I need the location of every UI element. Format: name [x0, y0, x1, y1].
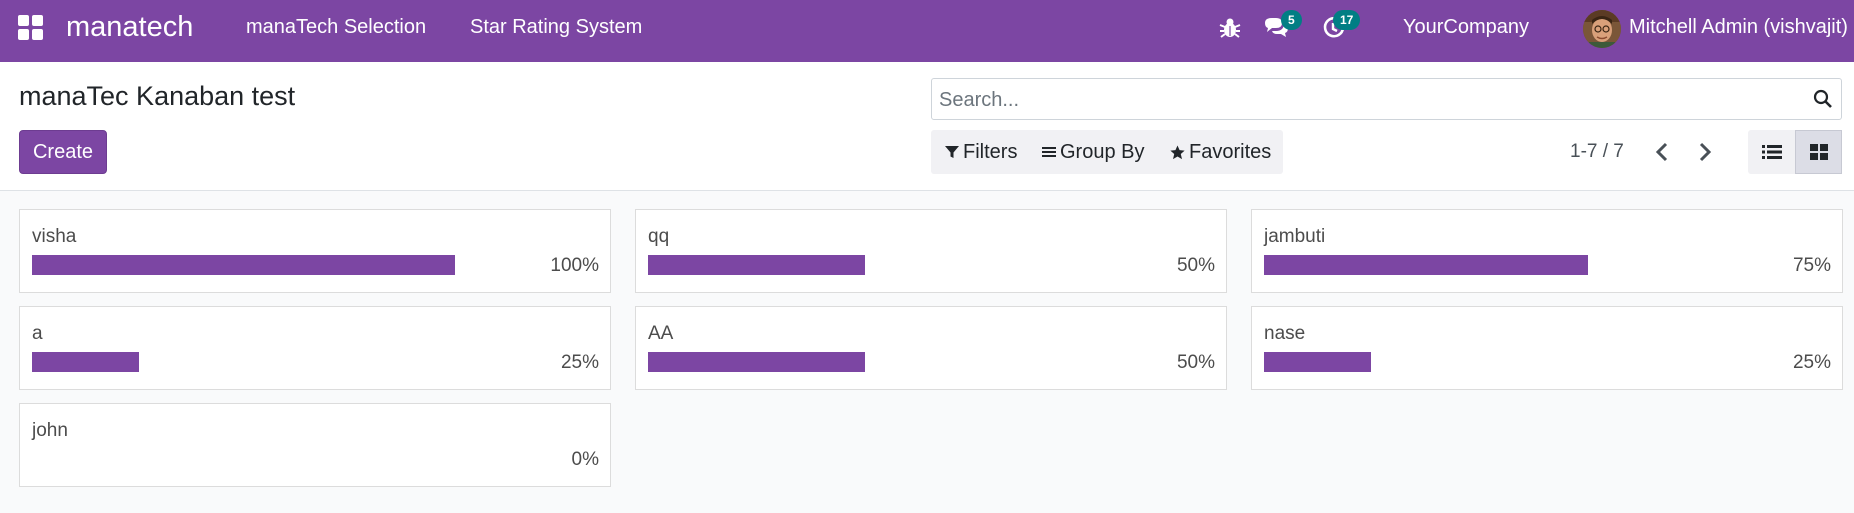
progress-bar	[32, 255, 530, 275]
kanban-view-button[interactable]	[1795, 130, 1842, 174]
card-name: visha	[32, 226, 77, 247]
page-title: manaTec Kanaban test	[19, 81, 296, 111]
card-name: jambuti	[1264, 226, 1326, 247]
group-by-button[interactable]: Group By	[1042, 130, 1144, 174]
app-brand[interactable]: manatech	[66, 9, 193, 45]
company-switcher[interactable]: YourCompany	[1403, 15, 1529, 39]
chevron-left-icon	[1655, 142, 1668, 162]
progress-fill	[32, 255, 456, 275]
progress-fill	[32, 352, 140, 372]
list-icon	[1761, 145, 1782, 159]
filters-label: Filters	[963, 140, 1018, 163]
progress-bar	[1264, 352, 1762, 372]
funnel-icon	[945, 146, 959, 158]
progress-bar	[32, 449, 530, 469]
pager-previous-button[interactable]	[1651, 140, 1675, 164]
menu-item-star-rating-system[interactable]: Star Rating System	[470, 15, 642, 39]
pager-next-button[interactable]	[1692, 140, 1716, 164]
progress-percent: 25%	[560, 352, 599, 373]
filters-button[interactable]: Filters	[945, 130, 1017, 174]
card-name: a	[32, 323, 43, 344]
bars-icon	[1042, 147, 1056, 157]
progress-percent: 100%	[550, 255, 599, 276]
card-name: AA	[648, 323, 674, 344]
control-panel: manaTec Kanaban test Create Filters Grou…	[0, 62, 1854, 191]
search-input[interactable]	[939, 87, 1799, 113]
list-view-button[interactable]	[1748, 130, 1795, 174]
kanban-icon	[1809, 144, 1828, 160]
kanban-card[interactable]: a 25%	[19, 306, 611, 390]
top-navbar: manatech manaTech Selection Star Rating …	[0, 0, 1854, 62]
star-icon	[1170, 144, 1185, 159]
progress-percent: 0%	[571, 449, 599, 470]
favorites-label: Favorites	[1189, 140, 1272, 163]
progress-fill	[1264, 352, 1372, 372]
kanban-card[interactable]: jambuti 75%	[1251, 209, 1843, 293]
progress-percent: 25%	[1792, 352, 1831, 373]
search-bar	[931, 78, 1842, 120]
progress-percent: 50%	[1176, 255, 1215, 276]
progress-percent: 75%	[1792, 255, 1831, 276]
card-name: john	[32, 420, 68, 441]
progress-bar	[1264, 255, 1762, 275]
kanban-card[interactable]: qq 50%	[635, 209, 1227, 293]
progress-fill	[1264, 255, 1588, 275]
menu-item-manatech-selection[interactable]: manaTech Selection	[246, 15, 426, 39]
card-name: qq	[648, 226, 670, 247]
create-button[interactable]: Create	[19, 130, 107, 174]
progress-bar	[32, 352, 530, 372]
progress-fill	[648, 352, 865, 372]
apps-grid-icon[interactable]	[18, 15, 44, 41]
view-switcher	[1748, 130, 1842, 174]
favorites-button[interactable]: Favorites	[1170, 130, 1271, 174]
progress-bar	[648, 255, 1146, 275]
search-options-bar: Filters Group By Favorites	[931, 130, 1283, 174]
activities-badge: 17	[1333, 10, 1361, 30]
progress-fill	[648, 255, 865, 275]
group-by-label: Group By	[1060, 140, 1145, 163]
progress-percent: 50%	[1176, 352, 1215, 373]
chevron-right-icon	[1699, 142, 1712, 162]
kanban-card[interactable]: AA 50%	[635, 306, 1227, 390]
messages-badge: 5	[1281, 10, 1302, 30]
bug-icon[interactable]	[1216, 14, 1244, 42]
kanban-card[interactable]: nase 25%	[1251, 306, 1843, 390]
progress-bar	[648, 352, 1146, 372]
avatar[interactable]	[1583, 10, 1621, 48]
search-icon[interactable]	[1813, 89, 1833, 109]
pager-value[interactable]: 1-7 / 7	[1570, 140, 1624, 164]
card-name: nase	[1264, 323, 1306, 344]
kanban-card[interactable]: john 0%	[19, 403, 611, 487]
kanban-card[interactable]: visha 100%	[19, 209, 611, 293]
user-menu[interactable]: Mitchell Admin (vishvajit)	[1629, 15, 1848, 39]
